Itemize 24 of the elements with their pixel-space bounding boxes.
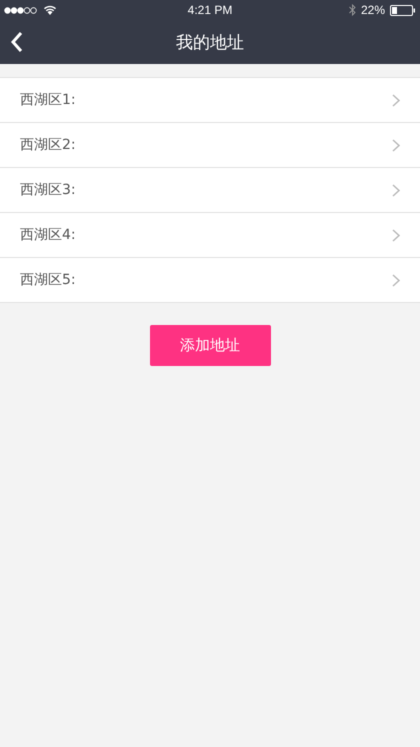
status-time: 4:21 PM [188,3,232,17]
bluetooth-icon [348,4,356,16]
address-row[interactable]: 西湖区4: [0,213,420,258]
address-label: 西湖区4: [20,226,76,244]
address-label: 西湖区2: [20,136,76,154]
chevron-icon [392,228,400,242]
page-title: 我的地址 [176,32,244,54]
battery-icon [390,4,416,16]
signal-icon [4,6,38,14]
wifi-icon [43,5,57,15]
add-address-button[interactable]: 添加地址 [150,325,270,366]
address-row[interactable]: 西湖区1: [0,78,420,123]
address-row[interactable]: 西湖区5: [0,258,420,303]
chevron-icon [392,274,400,286]
address-row[interactable]: 西湖区2: [0,123,420,168]
chevron-icon [392,94,400,106]
chevron-icon [392,184,400,196]
back-icon [10,31,23,53]
address-label: 西湖区3: [20,181,76,199]
chevron-icon [392,138,400,152]
address-label: 西湖区5: [20,271,76,289]
address-row[interactable]: 西湖区3: [0,168,420,213]
address-label: 西湖区1: [20,91,76,109]
battery-percentage: 22% [360,3,385,17]
